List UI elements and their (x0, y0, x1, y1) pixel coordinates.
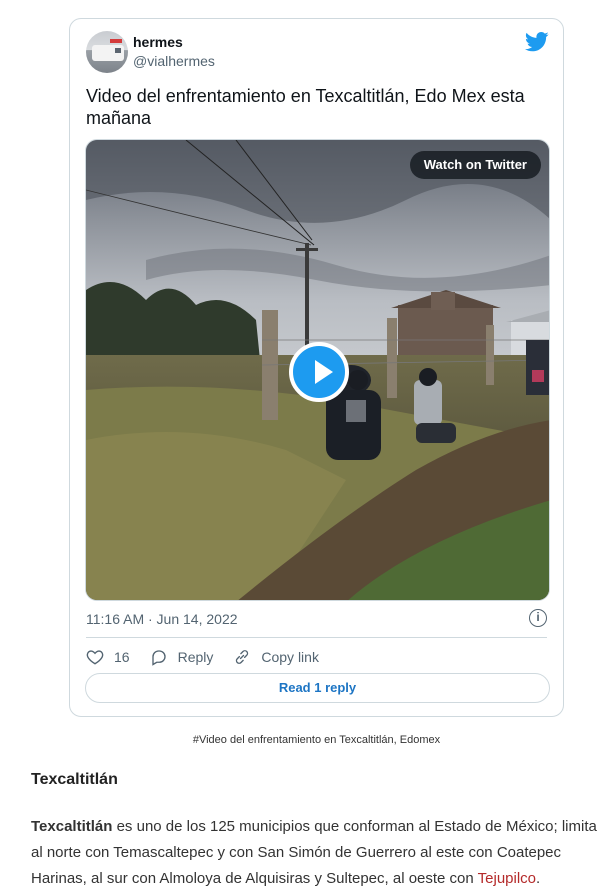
play-icon[interactable] (289, 342, 349, 402)
paragraph-bold-term: Texcaltitlán (31, 818, 113, 835)
like-button[interactable]: 16 (86, 648, 130, 666)
heart-icon (86, 650, 104, 665)
watch-on-twitter-button[interactable]: Watch on Twitter (409, 151, 541, 179)
reply-button[interactable]: Reply (150, 648, 214, 666)
section-title: Texcaltitlán (31, 771, 118, 788)
twitter-bird-icon[interactable] (525, 32, 549, 52)
divider (86, 637, 547, 638)
read-replies-button[interactable]: Read 1 reply (85, 673, 550, 703)
author-name[interactable]: hermes (133, 34, 183, 50)
reply-icon (151, 650, 166, 666)
copy-link-label: Copy link (261, 649, 319, 665)
video-thumbnail[interactable]: Watch on Twitter (85, 139, 550, 601)
embed-caption: #Video del enfrentamiento en Texcaltitlá… (192, 734, 441, 746)
reply-label: Reply (177, 649, 214, 665)
copy-link-button[interactable]: Copy link (233, 648, 319, 666)
article-paragraph: Texcaltitlán es uno de los 125 municipio… (31, 814, 606, 892)
author-handle[interactable]: @vialhermes (133, 53, 215, 69)
info-icon[interactable]: i (529, 609, 547, 627)
link-icon (236, 650, 249, 664)
tweet-text: Video del enfrentamiento en Texcaltitlán… (86, 86, 525, 128)
tweet-embed-card: hermes @vialhermes Video del enfrentamie… (69, 18, 564, 717)
tejupilco-link[interactable]: Tejupilco (478, 870, 536, 887)
tweet-timestamp[interactable]: 11:16 AM · Jun 14, 2022 (86, 611, 238, 627)
likes-count: 16 (114, 649, 130, 665)
tweet-actions: 16 Reply Copy link (86, 647, 339, 667)
paragraph-end: . (536, 870, 541, 887)
avatar[interactable] (86, 31, 128, 73)
